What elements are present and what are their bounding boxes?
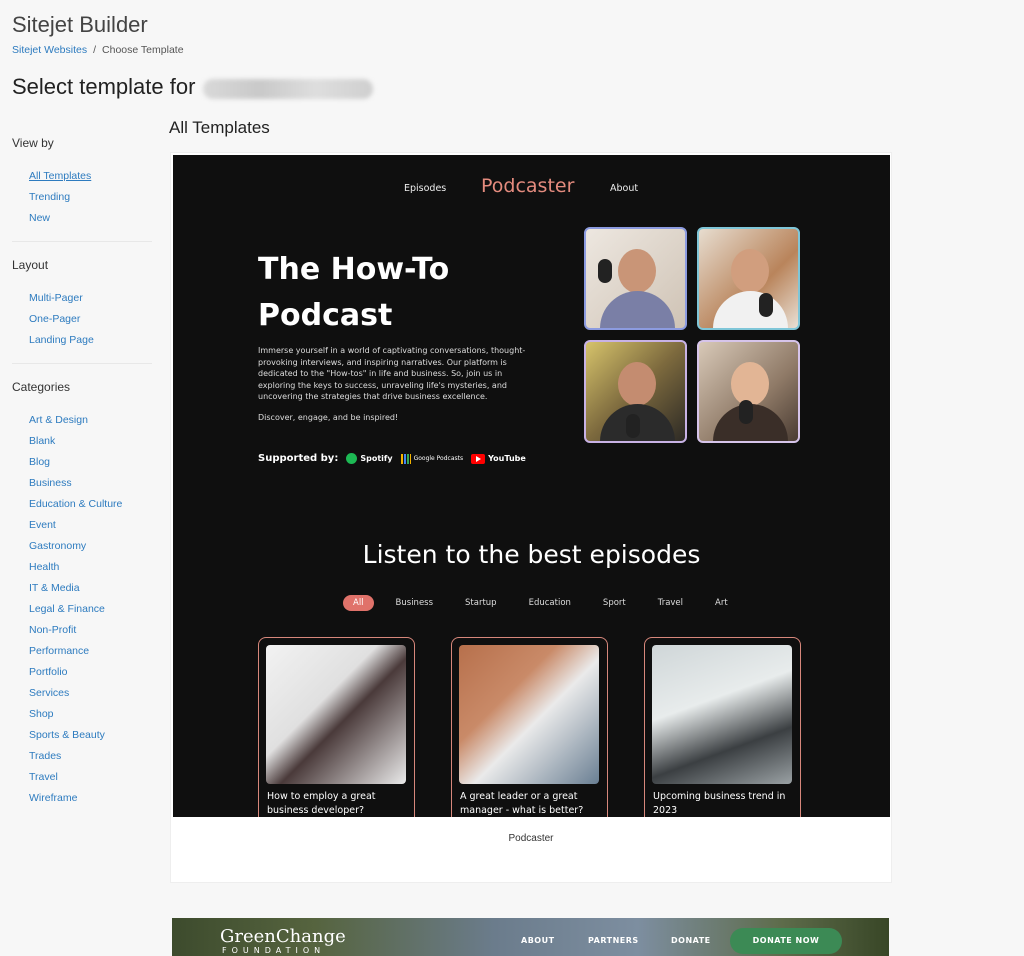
app-title: Sitejet Builder xyxy=(12,12,148,37)
view-by-group: View by All Templates Trending New xyxy=(12,136,152,242)
episode-caption: Upcoming business trend in 2023 xyxy=(653,791,786,816)
host-photo-1 xyxy=(584,227,687,330)
youtube-label: YouTube xyxy=(488,454,526,463)
category-item[interactable]: Services xyxy=(29,683,152,704)
view-all-templates[interactable]: All Templates xyxy=(29,166,152,187)
category-item[interactable]: Education & Culture xyxy=(29,494,152,515)
spotify-logo: Spotify xyxy=(346,453,393,464)
category-item[interactable]: Health xyxy=(29,557,152,578)
host-photo-2 xyxy=(697,227,800,330)
episode-card: A great leader or a great manager - what… xyxy=(451,637,608,817)
layout-multi-pager[interactable]: Multi-Pager xyxy=(29,288,152,309)
category-item[interactable]: Trades xyxy=(29,746,152,767)
template-card-greenchange[interactable]: GreenChange FOUNDATION ABOUT PARTNERS DO… xyxy=(172,918,889,956)
filter-startup[interactable]: Startup xyxy=(455,595,507,611)
episode-image xyxy=(652,645,792,784)
category-item[interactable]: Art & Design xyxy=(29,410,152,431)
spotify-label: Spotify xyxy=(360,454,393,463)
template-name: Podcaster xyxy=(508,833,554,844)
category-item[interactable]: Shop xyxy=(29,704,152,725)
category-item[interactable]: Gastronomy xyxy=(29,536,152,557)
filter-art[interactable]: Art xyxy=(705,595,738,611)
preview-hero-cta: Discover, engage, and be inspired! xyxy=(258,413,399,422)
category-item[interactable]: Travel xyxy=(29,767,152,788)
view-by-heading: View by xyxy=(12,136,54,150)
preview-supported-by: Supported by: Spotify Google Podcasts Yo… xyxy=(258,453,526,464)
preview-episode-filters: All Business Startup Education Sport Tra… xyxy=(343,595,750,611)
view-trending[interactable]: Trending xyxy=(29,187,152,208)
layout-group: Layout Multi-Pager One-Pager Landing Pag… xyxy=(12,258,152,364)
sidebar: View by All Templates Trending New Layou… xyxy=(12,136,152,837)
category-item[interactable]: Non-Profit xyxy=(29,620,152,641)
breadcrumb-current: Choose Template xyxy=(102,44,184,56)
breadcrumb-sitejet-websites[interactable]: Sitejet Websites xyxy=(12,44,87,56)
google-podcasts-logo: Google Podcasts xyxy=(400,453,464,464)
greenchange-nav-donate: DONATE xyxy=(671,936,711,945)
category-item[interactable]: Blog xyxy=(29,452,152,473)
greenchange-logo: GreenChange xyxy=(220,926,346,947)
page-title-text: Select template for xyxy=(12,74,196,99)
host-photo-3 xyxy=(584,340,687,443)
youtube-icon xyxy=(471,453,486,464)
youtube-logo: YouTube xyxy=(471,453,526,464)
layout-one-pager[interactable]: One-Pager xyxy=(29,309,152,330)
filter-education[interactable]: Education xyxy=(519,595,581,611)
spotify-icon xyxy=(346,453,358,464)
greenchange-donate-now-button: DONATE NOW xyxy=(730,928,842,954)
episode-card: Upcoming business trend in 2023 xyxy=(644,637,801,817)
episode-caption: How to employ a great business developer… xyxy=(267,791,376,816)
hero-title-line2: Podcast xyxy=(258,298,393,333)
episode-caption: A great leader or a great manager - what… xyxy=(460,791,584,816)
hero-title-line1: The How-To xyxy=(258,252,450,287)
episode-image xyxy=(266,645,406,784)
supported-by-label: Supported by: xyxy=(258,453,339,464)
categories-heading: Categories xyxy=(12,380,71,394)
preview-episodes-title: Listen to the best episodes xyxy=(362,540,701,569)
category-item[interactable]: Business xyxy=(29,473,152,494)
episode-image xyxy=(459,645,599,784)
section-title: All Templates xyxy=(169,118,270,137)
episode-card: How to employ a great business developer… xyxy=(258,637,415,817)
preview-hero-description: Immerse yourself in a world of captivati… xyxy=(258,346,526,401)
preview-brand: Podcaster xyxy=(481,175,575,197)
categories-group: Categories Art & Design Blank Blog Busin… xyxy=(12,380,152,821)
filter-business[interactable]: Business xyxy=(386,595,443,611)
filter-sport[interactable]: Sport xyxy=(593,595,636,611)
google-podcasts-icon xyxy=(400,453,411,464)
template-card-podcaster[interactable]: Episodes Podcaster About The How-To Podc… xyxy=(170,152,892,883)
preview-nav-episodes: Episodes xyxy=(404,183,447,194)
breadcrumb: Sitejet Websites / Choose Template xyxy=(12,44,184,56)
category-item[interactable]: Portfolio xyxy=(29,662,152,683)
greenchange-nav-about: ABOUT xyxy=(521,936,555,945)
template-preview[interactable]: Episodes Podcaster About The How-To Podc… xyxy=(173,155,890,817)
greenchange-logo-sub: FOUNDATION xyxy=(222,946,326,955)
breadcrumb-separator: / xyxy=(93,44,97,56)
layout-heading: Layout xyxy=(12,258,49,272)
category-item[interactable]: Blank xyxy=(29,431,152,452)
view-new[interactable]: New xyxy=(29,208,152,229)
preview-hero-title: The How-To Podcast xyxy=(258,247,518,339)
page-title: Select template for xyxy=(12,74,374,100)
category-item[interactable]: Event xyxy=(29,515,152,536)
layout-landing-page[interactable]: Landing Page xyxy=(29,330,152,351)
preview-nav-about: About xyxy=(610,183,639,194)
category-item[interactable]: Legal & Finance xyxy=(29,599,152,620)
host-photo-4 xyxy=(697,340,800,443)
filter-all[interactable]: All xyxy=(343,595,374,611)
blurred-domain xyxy=(203,79,374,99)
category-item[interactable]: Performance xyxy=(29,641,152,662)
category-item[interactable]: IT & Media xyxy=(29,578,152,599)
filter-travel[interactable]: Travel xyxy=(648,595,693,611)
category-item[interactable]: Wireframe xyxy=(29,788,152,809)
greenchange-nav-partners: PARTNERS xyxy=(588,936,639,945)
google-podcasts-label: Google Podcasts xyxy=(413,455,464,462)
category-item[interactable]: Sports & Beauty xyxy=(29,725,152,746)
